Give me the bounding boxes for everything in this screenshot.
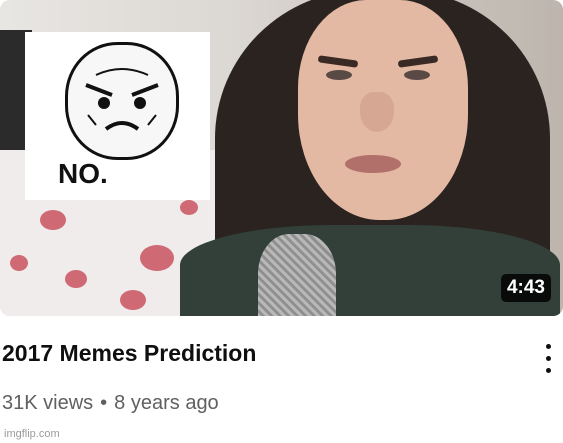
- video-meta: 31K views • 8 years ago: [2, 392, 219, 415]
- more-vert-icon[interactable]: [540, 344, 556, 380]
- watermark: imgflip.com: [4, 428, 60, 440]
- view-count: 31K views: [2, 392, 94, 414]
- left-eye: [326, 70, 352, 80]
- duration-badge: 4:43: [500, 274, 551, 302]
- rage-meme-overlay: NO.: [25, 32, 210, 200]
- video-thumbnail[interactable]: NO. 4:43: [0, 0, 563, 316]
- video-title[interactable]: 2017 Memes Prediction: [2, 340, 256, 367]
- person-shirt: [180, 225, 560, 316]
- meme-caption: NO.: [58, 158, 108, 189]
- upload-age: 8 years ago: [114, 392, 219, 414]
- meta-separator: •: [100, 392, 108, 414]
- microphone: [258, 234, 336, 316]
- nose: [360, 92, 394, 132]
- rage-face-icon: [65, 42, 179, 160]
- mouth: [345, 155, 401, 173]
- right-eye: [404, 70, 430, 80]
